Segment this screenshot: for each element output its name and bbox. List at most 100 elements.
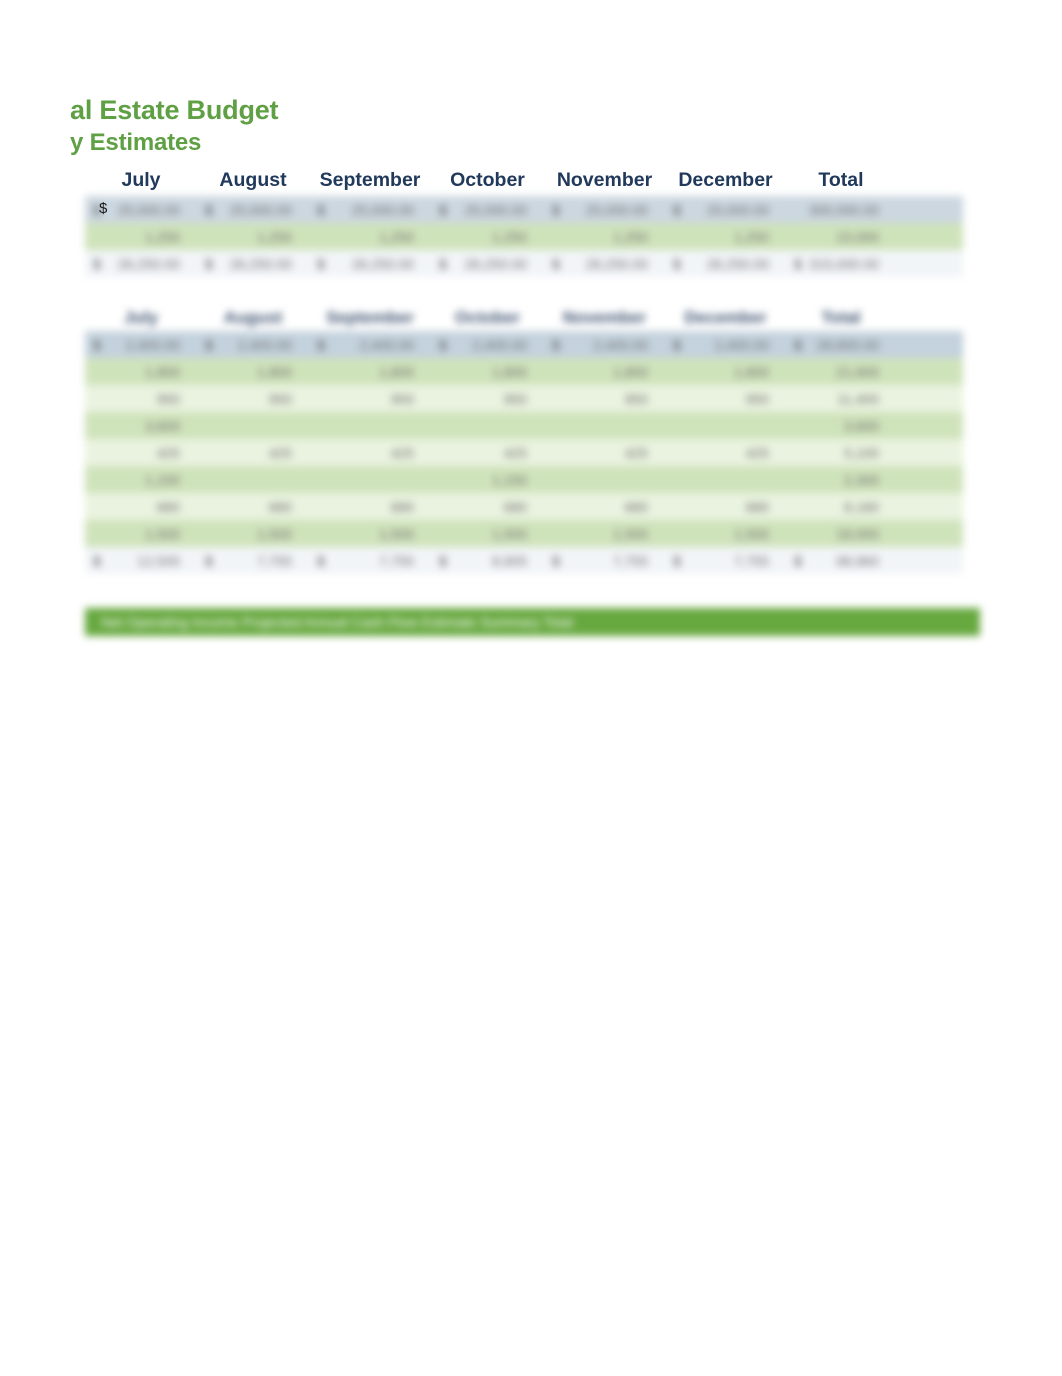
table-cell: 680 [431, 493, 544, 520]
table-cell [197, 466, 309, 493]
table-header-cell: Total [821, 307, 861, 327]
cell-amount: 315,000.00 [808, 255, 879, 272]
table-cell: $25,000.00 [665, 196, 786, 223]
table-row: 950 950 950 950 950 950 11,400 [85, 385, 963, 412]
cell-amount: 2,400.00 [359, 336, 415, 353]
cell-amount: 1,800 [378, 363, 414, 380]
cell-amount: 2,400.00 [593, 336, 649, 353]
cell-amount: 1,250 [491, 228, 527, 245]
cell-amount: 1,500 [144, 525, 180, 542]
table-cell: $26,250.00 [309, 250, 431, 277]
cell-currency: $ [317, 255, 325, 272]
cell-amount: 425 [268, 444, 292, 461]
cell-amount: 7,755 [256, 552, 292, 569]
cell-amount: 950 [390, 390, 414, 407]
cell-currency: $ [552, 552, 560, 569]
table-header-row: July August September October November Decemb… [85, 304, 963, 331]
table-cell: 1,800 [544, 358, 665, 385]
table-cell: 1,500 [309, 520, 431, 547]
table-cell [544, 412, 665, 439]
table-cell: 680 [544, 493, 665, 520]
table-cell: 680 [309, 493, 431, 520]
cell-amount: 680 [503, 498, 527, 515]
cell-amount: 950 [268, 390, 292, 407]
table-cell: $7,755 [665, 547, 786, 574]
cell-amount: 2,400.00 [125, 336, 181, 353]
table-row: 1,500 1,500 1,500 1,500 1,500 1,500 18,000 [85, 520, 963, 547]
table-row: 3,600 3,600 [85, 412, 963, 439]
cell-amount: 26,250.00 [117, 255, 180, 272]
cell-currency: $ [439, 255, 447, 272]
cell-amount: 7,755 [733, 552, 769, 569]
column-header-row: July August September October November D… [85, 168, 963, 196]
cell-amount: 1,800 [491, 363, 527, 380]
cell-currency: $ [317, 552, 325, 569]
table-cell: 425 [309, 439, 431, 466]
table-separator [85, 277, 963, 304]
cell-amount: 1,250 [144, 228, 180, 245]
table-row: 425 425 425 425 425 425 5,100 [85, 439, 963, 466]
table-cell: $2,400.00 [544, 331, 665, 358]
table-cell: 950 [197, 385, 309, 412]
cell-currency: $ [93, 336, 101, 353]
cell-amount: 425 [156, 444, 180, 461]
cell-amount: 1,800 [144, 363, 180, 380]
table-cell: $2,400.00 [431, 331, 544, 358]
cell-amount: 11,400 [837, 390, 879, 407]
table-row: $25,000.00 $25,000.00 $25,000.00 $25,000.00… [85, 196, 963, 223]
table-cell: $2,400.00 [665, 331, 786, 358]
table-cell: 950 [431, 385, 544, 412]
cell-amount: 1,500 [491, 525, 527, 542]
column-header-november: November [556, 169, 653, 191]
cell-currency: $ [93, 255, 101, 272]
cell-amount: 680 [745, 498, 769, 515]
table-cell: 1,500 [85, 520, 197, 547]
table-cell [665, 466, 786, 493]
table-cell: 950 [544, 385, 665, 412]
table-cell [197, 412, 309, 439]
cell-currency: $ [552, 201, 560, 218]
cell-amount: 950 [745, 390, 769, 407]
table-cell: 425 [85, 439, 197, 466]
cell-amount: 5,100 [843, 444, 879, 461]
table-cell: 1,250 [85, 223, 197, 250]
spreadsheet-area: July August September October November D… [85, 168, 963, 574]
table-cell: $7,755 [197, 547, 309, 574]
table-cell: $7,755 [309, 547, 431, 574]
cell-amount: 1,500 [256, 525, 292, 542]
table-cell: $2,400.00 [309, 331, 431, 358]
column-header-december: December [678, 169, 773, 191]
table-row: $2,400.00 $2,400.00 $2,400.00 $2,400.00 $2,4… [85, 331, 963, 358]
cell-currency: $ [673, 201, 681, 218]
cell-amount: 680 [624, 498, 648, 515]
cell-amount: 26,250.00 [585, 255, 648, 272]
cell-amount: 425 [745, 444, 769, 461]
table-cell: $25,000.00 [431, 196, 544, 223]
table-cell: $26,250.00 [197, 250, 309, 277]
table-cell: $28,800.00 [786, 331, 896, 358]
cell-amount: 680 [390, 498, 414, 515]
table-cell [544, 466, 665, 493]
table-cell: $7,755 [544, 547, 665, 574]
table-cell: 1,250 [309, 223, 431, 250]
cell-amount: 1,150 [144, 471, 180, 488]
cell-amount: 1,800 [733, 363, 769, 380]
table-cell: $25,000.00 [309, 196, 431, 223]
table-cell: 1,800 [85, 358, 197, 385]
cell-amount: 8,160 [843, 498, 879, 515]
cell-amount: 21,600 [836, 363, 879, 380]
cell-amount: 8,905 [491, 552, 527, 569]
cell-currency: $ [317, 336, 325, 353]
table-cell [309, 466, 431, 493]
table-cell: $98,960 [786, 547, 896, 574]
table-cell: $26,250.00 [431, 250, 544, 277]
table-cell: 1,500 [665, 520, 786, 547]
cell-amount: 950 [624, 390, 648, 407]
cell-amount: 1,500 [378, 525, 414, 542]
cell-amount: 1,500 [733, 525, 769, 542]
table-cell: 3,600 [786, 412, 896, 439]
table-cell: 1,800 [197, 358, 309, 385]
table-header-cell: October [454, 307, 521, 327]
cell-currency: $ [552, 336, 560, 353]
table-cell: 11,400 [786, 385, 896, 412]
